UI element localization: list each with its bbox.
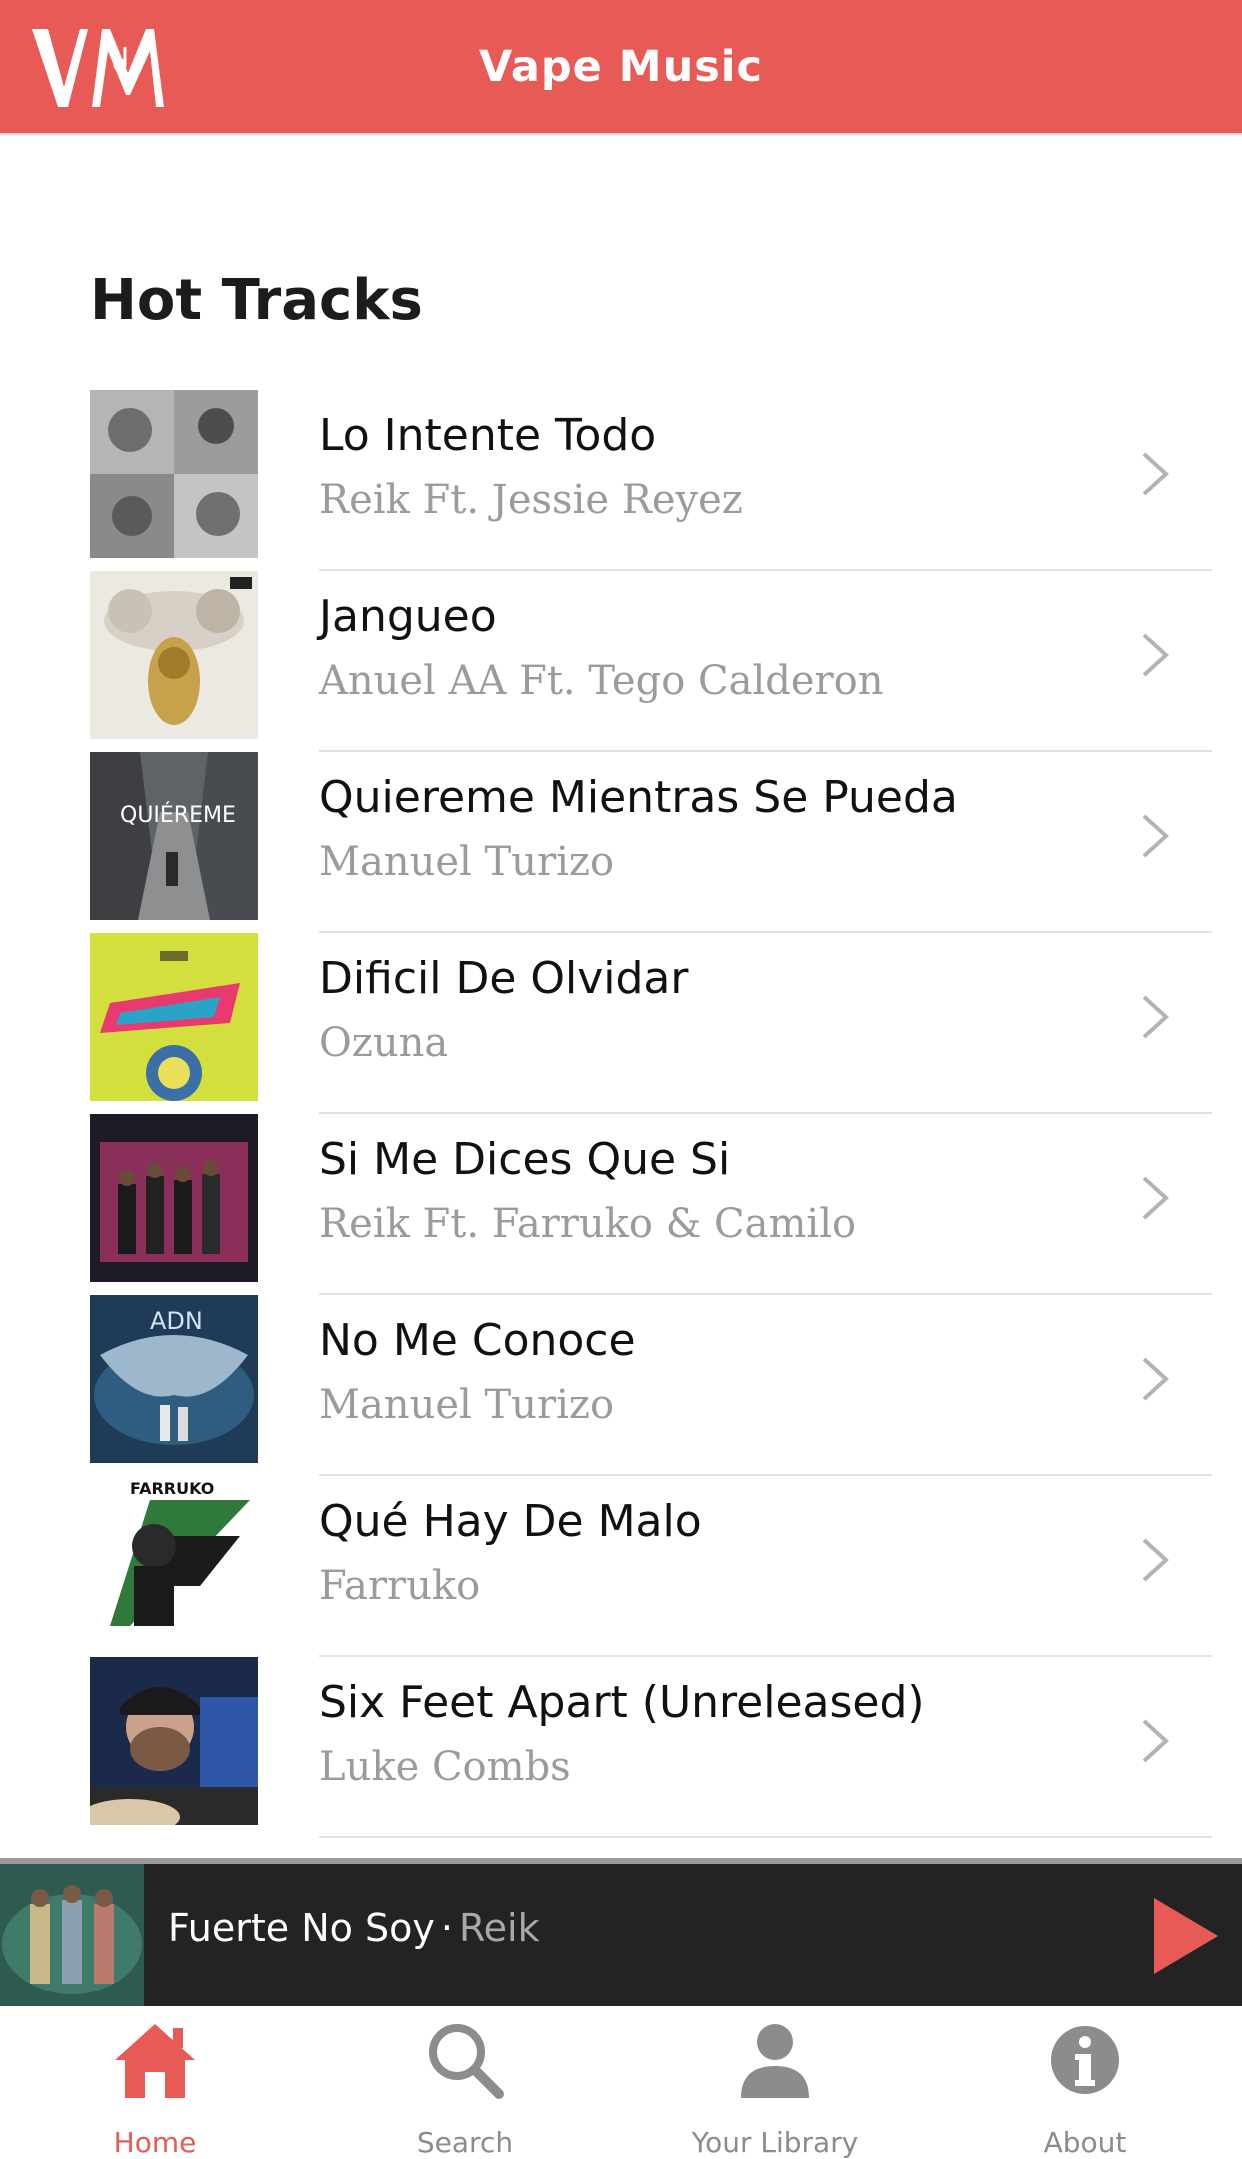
- track-artist: Reik Ft. Jessie Reyez: [319, 477, 743, 523]
- nav-item-home[interactable]: Home: [0, 2006, 310, 2159]
- now-playing-artist: Reik: [458, 1906, 540, 1950]
- chevron-right-icon[interactable]: [1138, 450, 1172, 498]
- track-row[interactable]: FARRUKO Qué Hay De Malo Farruko: [0, 1476, 1242, 1657]
- track-artist: Reik Ft. Farruko & Camilo: [319, 1201, 857, 1247]
- info-icon: [1051, 2026, 1119, 2094]
- chevron-right-icon[interactable]: [1138, 631, 1172, 679]
- track-title: Si Me Dices Que Si: [319, 1134, 731, 1185]
- album-cover: [90, 933, 258, 1101]
- svg-text:QUIÉREME: QUIÉREME: [120, 802, 236, 828]
- album-cover: [90, 390, 258, 558]
- now-playing-bar[interactable]: Fuerte No Soy · Reik: [0, 1858, 1242, 2006]
- album-cover: [90, 571, 258, 739]
- track-row[interactable]: Jangueo Anuel AA Ft. Tego Calderon: [0, 571, 1242, 752]
- nav-item-search[interactable]: Search: [310, 2006, 620, 2159]
- svg-text:FARRUKO: FARRUKO: [130, 1479, 214, 1498]
- track-artist: Luke Combs: [319, 1744, 571, 1790]
- track-row[interactable]: Six Feet Apart (Unreleased) Luke Combs: [0, 1657, 1242, 1838]
- now-playing-cover: [0, 1864, 144, 2006]
- track-row[interactable]: QUIÉREME Quiereme Mientras Se Pueda Manu…: [0, 752, 1242, 933]
- album-cover: FARRUKO: [90, 1476, 258, 1644]
- nav-label: Your Library: [691, 2126, 859, 2159]
- track-list: Lo Intente Todo Reik Ft. Jessie Reyez Ja…: [0, 390, 1242, 1838]
- chevron-right-icon[interactable]: [1138, 1355, 1172, 1403]
- chevron-right-icon[interactable]: [1138, 1717, 1172, 1765]
- search-icon: [429, 2024, 504, 2099]
- app-title: Vape Music: [478, 41, 764, 92]
- album-cover: ADN: [90, 1295, 258, 1463]
- track-artist: Farruko: [319, 1563, 481, 1609]
- nav-label: Search: [416, 2126, 514, 2159]
- track-title: Quiereme Mientras Se Pueda: [319, 772, 958, 823]
- user-icon: [741, 2024, 809, 2098]
- track-title: Six Feet Apart (Unreleased): [319, 1677, 925, 1728]
- track-title: Lo Intente Todo: [319, 410, 657, 461]
- track-row[interactable]: Lo Intente Todo Reik Ft. Jessie Reyez: [0, 390, 1242, 571]
- row-divider: [319, 1836, 1212, 1838]
- chevron-right-icon[interactable]: [1138, 1174, 1172, 1222]
- track-artist: Ozuna: [319, 1020, 449, 1066]
- track-artist: Anuel AA Ft. Tego Calderon: [319, 658, 884, 704]
- home-icon: [115, 2024, 195, 2098]
- svg-text:ADN: ADN: [150, 1307, 203, 1335]
- chevron-right-icon[interactable]: [1138, 812, 1172, 860]
- chevron-right-icon[interactable]: [1138, 1536, 1172, 1584]
- play-button-icon[interactable]: [1150, 1894, 1222, 1978]
- album-cover: [90, 1657, 258, 1825]
- chevron-right-icon[interactable]: [1138, 993, 1172, 1041]
- track-title: Dificil De Olvidar: [319, 953, 689, 1004]
- section-title: Hot Tracks: [90, 268, 423, 333]
- nav-label: Home: [113, 2126, 197, 2159]
- track-artist: Manuel Turizo: [319, 839, 615, 885]
- track-title: Qué Hay De Malo: [319, 1496, 702, 1547]
- track-title: Jangueo: [319, 591, 497, 642]
- nav-label: About: [1043, 2126, 1127, 2159]
- now-playing-title: Fuerte No Soy: [168, 1906, 435, 1950]
- track-row[interactable]: ADN No Me Conoce Manuel Turizo: [0, 1295, 1242, 1476]
- app-logo-icon[interactable]: [30, 25, 172, 109]
- track-row[interactable]: Si Me Dices Que Si Reik Ft. Farruko & Ca…: [0, 1114, 1242, 1295]
- track-row[interactable]: Dificil De Olvidar Ozuna: [0, 933, 1242, 1114]
- nav-item-your-library[interactable]: Your Library: [620, 2006, 930, 2159]
- track-artist: Manuel Turizo: [319, 1382, 615, 1428]
- header-shadow: [0, 133, 1242, 137]
- track-title: No Me Conoce: [319, 1315, 636, 1366]
- nav-item-about[interactable]: About: [930, 2006, 1240, 2159]
- now-playing-text: Fuerte No Soy · Reik: [168, 1906, 540, 1950]
- bottom-nav: Home Search Your Library About: [0, 2006, 1242, 2159]
- app-header: Vape Music: [0, 0, 1242, 133]
- now-playing-separator: ·: [440, 1906, 453, 1950]
- album-cover: [90, 1114, 258, 1282]
- album-cover: QUIÉREME: [90, 752, 258, 920]
